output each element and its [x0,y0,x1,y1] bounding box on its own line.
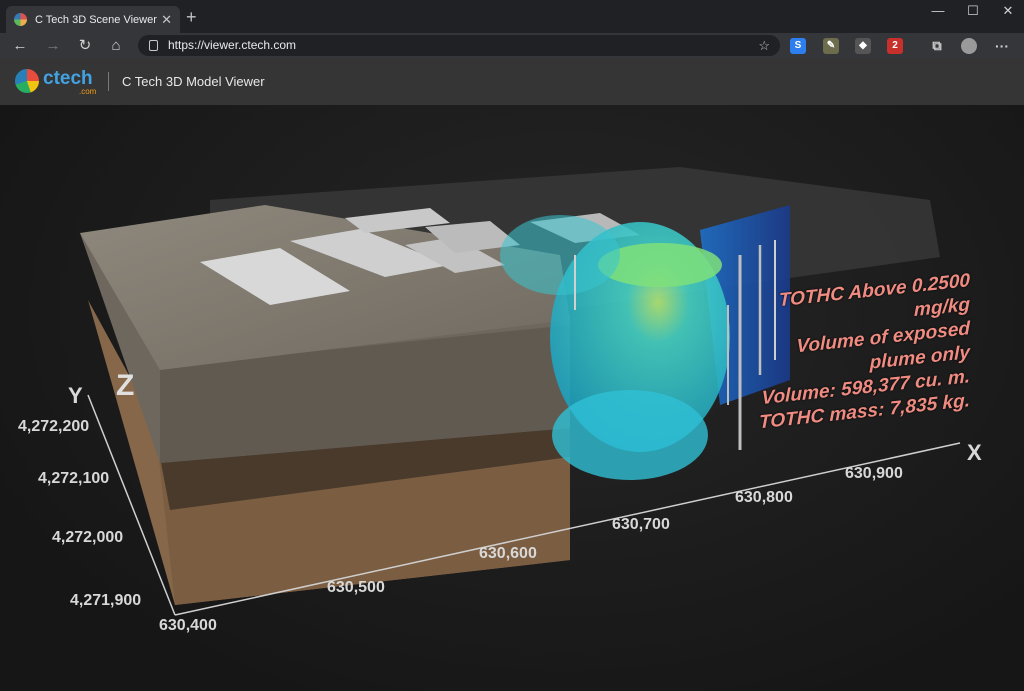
y-axis-name: Y [68,383,83,408]
3d-viewport[interactable]: X Y Z 630,400 630,500 630,600 630,700 63… [0,105,1024,691]
logo-subtext: .com [79,87,97,96]
minimize-icon[interactable]: — [920,0,956,24]
y-tick: 4,272,000 [52,529,124,546]
lock-icon [149,40,158,51]
more-menu-icon[interactable]: ··· [994,38,1010,54]
y-tick: 4,272,100 [38,470,110,487]
extension-s-icon[interactable]: S [790,38,806,54]
extension-brush-icon[interactable]: ✎ [823,38,839,54]
back-icon[interactable]: ← [10,36,30,56]
profile-avatar[interactable] [961,38,977,54]
plume-base [552,390,708,480]
x-tick: 630,800 [735,489,793,506]
x-axis-name: X [967,440,982,465]
plume-shallow [500,215,620,295]
tab-title: C Tech 3D Scene Viewer [35,13,157,26]
collections-icon[interactable]: ⧉ [929,38,945,54]
home-icon[interactable]: ⌂ [106,36,126,56]
z-axis-name: Z [116,369,135,402]
app-header: ctech .com C Tech 3D Model Viewer [0,58,1024,105]
x-tick: 630,700 [612,516,670,533]
tab-strip: C Tech 3D Scene Viewer ✕ + — ☐ ✕ [0,0,1024,33]
x-tick: 630,600 [479,545,537,562]
x-tick: 630,500 [327,579,385,596]
close-tab-icon[interactable]: ✕ [161,12,172,28]
new-tab-icon[interactable]: + [186,8,197,26]
favicon-icon [14,13,27,26]
x-tick: 630,900 [845,465,903,482]
address-bar[interactable]: https://viewer.ctech.com ☆ [138,35,780,56]
header-divider [108,72,109,91]
y-tick: 4,271,900 [70,592,142,609]
browser-tab[interactable]: C Tech 3D Scene Viewer ✕ [6,6,180,33]
browser-toolbar: ← → ↻ ⌂ https://viewer.ctech.com ☆ S ✎ ◆… [0,33,1024,58]
extension-badge-icon[interactable]: 2 [887,38,903,54]
ctech-logo-icon [15,69,39,93]
forward-icon[interactable]: → [43,36,63,56]
maximize-icon[interactable]: ☐ [955,0,991,24]
url-text: https://viewer.ctech.com [168,38,297,52]
y-tick: 4,272,200 [18,418,90,435]
app-title: C Tech 3D Model Viewer [122,74,265,89]
refresh-icon[interactable]: ↻ [75,36,95,56]
extension-cube-icon[interactable]: ◆ [855,38,871,54]
close-window-icon[interactable]: ✕ [990,0,1024,24]
plume-annotation: TOTHC Above 0.2500 mg/kg Volume of expos… [745,269,970,437]
favorite-star-icon[interactable]: ☆ [758,35,770,56]
x-tick: 630,400 [159,617,217,634]
